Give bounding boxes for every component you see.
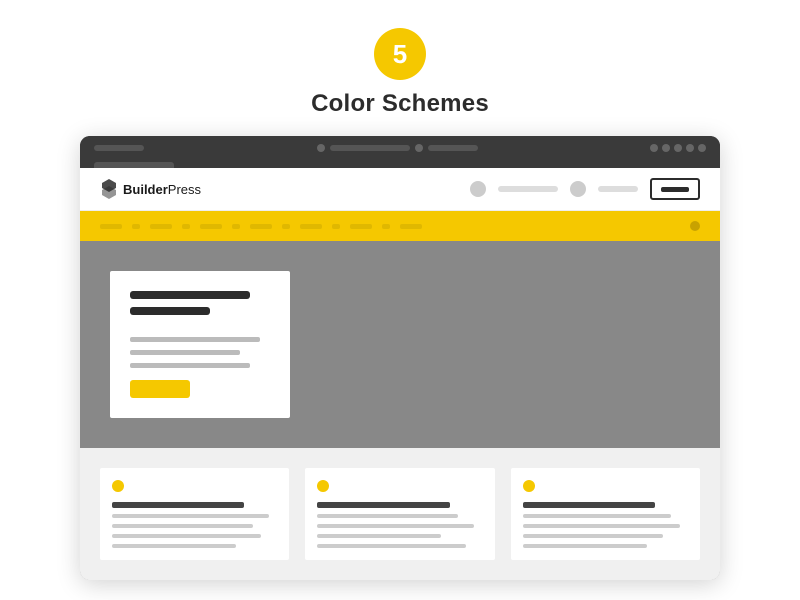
logo-span: Press: [168, 182, 201, 197]
nav-item-4: [250, 224, 272, 229]
nav-item-3: [200, 224, 222, 229]
hero-line-1: [130, 337, 260, 342]
site-cards: [80, 448, 720, 580]
nav-item-6: [350, 224, 372, 229]
browser-right: [650, 144, 706, 152]
top-section: 5 Color Schemes: [311, 0, 489, 118]
logo-text: BuilderPress: [123, 182, 201, 197]
card-2-line-1: [317, 514, 458, 518]
hero-title-2: [130, 307, 210, 315]
card-3-line-1: [523, 514, 672, 518]
card-2-line-3: [317, 534, 441, 538]
site-nav: [80, 211, 720, 241]
hero-spacer: [130, 323, 270, 329]
hero-button[interactable]: [130, 380, 190, 398]
browser-left: [94, 145, 144, 151]
number-badge: 5: [374, 28, 426, 80]
browser-tab-row: [94, 158, 706, 168]
logo-svg-icon: [100, 178, 118, 200]
browser-bar-left: [94, 145, 144, 151]
card-1-line-2: [112, 524, 253, 528]
nav-item-7: [400, 224, 422, 229]
nav-item-5: [300, 224, 322, 229]
card-3: [511, 468, 700, 560]
browser-ctrl-dot4: [686, 144, 694, 152]
logo-bold: Builder: [123, 182, 168, 197]
browser-ctrl-dot1: [650, 144, 658, 152]
browser-ctrl-dot3: [674, 144, 682, 152]
nav-sep-2: [182, 224, 190, 229]
card-2-line-4: [317, 544, 466, 548]
card-1-dot: [112, 480, 124, 492]
header-nav: [217, 178, 700, 200]
nav-item-2: [150, 224, 172, 229]
site-header: BuilderPress: [80, 168, 720, 211]
nav-bar-1: [498, 186, 558, 192]
card-1-line-3: [112, 534, 261, 538]
nav-sep-1: [132, 224, 140, 229]
card-3-line-4: [523, 544, 647, 548]
browser-mockup: BuilderPress: [80, 136, 720, 580]
badge-number: 5: [393, 39, 407, 70]
card-2-dot: [317, 480, 329, 492]
hero-line-3: [130, 363, 250, 368]
nav-sep-3: [232, 224, 240, 229]
nav-sep-4: [282, 224, 290, 229]
card-3-line-2: [523, 524, 680, 528]
browser-center: [317, 144, 478, 152]
card-3-dot: [523, 480, 535, 492]
card-3-line-3: [523, 534, 664, 538]
nav-dot: [690, 221, 700, 231]
browser-address-dot: [317, 144, 325, 152]
browser-chrome: [80, 136, 720, 168]
website-content: BuilderPress: [80, 168, 720, 580]
nav-bar-2: [598, 186, 638, 192]
nav-circle-2: [570, 181, 586, 197]
card-2: [305, 468, 494, 560]
card-1-line-1: [112, 514, 269, 518]
hero-line-2: [130, 350, 240, 355]
hero-title-1: [130, 291, 250, 299]
card-1-title: [112, 502, 244, 508]
header-button[interactable]: [650, 178, 700, 200]
browser-address-bar: [330, 145, 410, 151]
nav-item-1: [100, 224, 122, 229]
site-hero: [80, 241, 720, 448]
header-button-inner: [661, 187, 689, 192]
card-1-line-4: [112, 544, 236, 548]
card-2-title: [317, 502, 449, 508]
browser-ctrl-dot2: [662, 144, 670, 152]
nav-circle-1: [470, 181, 486, 197]
card-2-line-2: [317, 524, 474, 528]
card-1: [100, 468, 289, 560]
nav-sep-5: [332, 224, 340, 229]
browser-ctrl-dot5: [698, 144, 706, 152]
site-logo: BuilderPress: [100, 178, 201, 200]
page-title: Color Schemes: [311, 90, 489, 118]
card-3-title: [523, 502, 655, 508]
hero-card: [110, 271, 290, 418]
browser-tab: [94, 162, 174, 168]
browser-top-row: [94, 144, 706, 152]
nav-sep-6: [382, 224, 390, 229]
browser-address-bar2: [428, 145, 478, 151]
browser-address-dot2: [415, 144, 423, 152]
